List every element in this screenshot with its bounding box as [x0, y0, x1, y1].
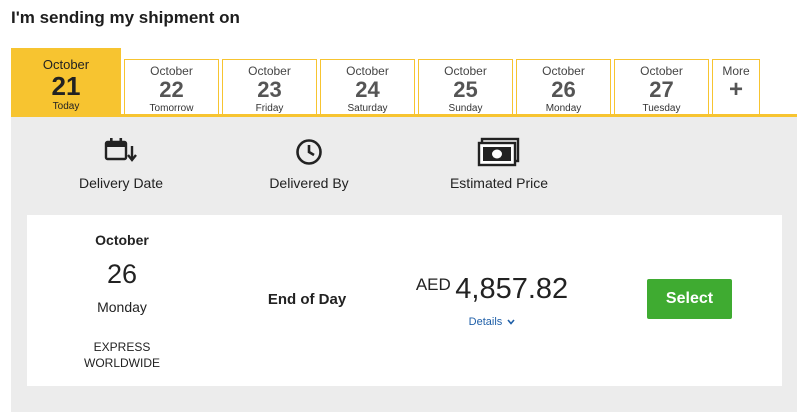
tab-weekday: Tomorrow	[149, 103, 194, 114]
date-tab-oct-22[interactable]: October 22 Tomorrow	[124, 59, 219, 116]
tab-day: 23	[257, 77, 282, 102]
clock-icon	[219, 137, 399, 167]
shipping-options-panel: Delivery Date Delivered By Estimated Pri…	[11, 117, 797, 412]
plus-icon: +	[728, 76, 743, 103]
tab-weekday: Today	[52, 101, 80, 112]
select-button[interactable]: Select	[647, 279, 732, 319]
shipping-option-card: October 26 Monday EXPRESS WORLDWIDE End …	[27, 215, 782, 386]
tab-month: October	[150, 64, 193, 78]
details-link[interactable]: Details	[397, 316, 587, 328]
price-currency: AED	[415, 275, 451, 294]
tab-month: October	[640, 64, 683, 78]
date-tabs: October 21 Today October 22 Tomorrow Oct…	[11, 48, 797, 116]
column-label: Delivered By	[269, 175, 349, 191]
tab-month: October	[42, 57, 90, 72]
column-delivery-date: Delivery Date	[31, 137, 211, 191]
service-line-2: WORLDWIDE	[84, 356, 160, 370]
column-label: Delivery Date	[78, 175, 164, 191]
details-label: Details	[468, 316, 503, 328]
tab-month: October	[248, 64, 291, 78]
chevron-down-icon	[507, 319, 515, 325]
date-tab-oct-21[interactable]: October 21 Today	[11, 48, 121, 116]
tab-weekday: Sunday	[448, 103, 483, 114]
banknote-icon	[409, 137, 589, 167]
delivery-day: 26	[106, 259, 138, 289]
tab-month: October	[542, 64, 585, 78]
date-tab-oct-26[interactable]: October 26 Monday	[516, 59, 611, 116]
estimated-price: AED 4,857.82	[397, 273, 587, 306]
tab-weekday: Friday	[255, 103, 284, 114]
column-estimated-price: Estimated Price	[409, 137, 589, 191]
delivered-by-value: End of Day	[267, 291, 347, 308]
delivery-month: October	[95, 232, 149, 248]
delivery-weekday: Monday	[97, 299, 147, 315]
tab-day: 26	[551, 77, 576, 102]
date-tab-oct-23[interactable]: October 23 Friday	[222, 59, 317, 116]
tab-day: 24	[355, 77, 380, 102]
column-label: Estimated Price	[449, 175, 549, 191]
tab-day: 22	[159, 77, 184, 102]
tab-day: 27	[649, 77, 674, 102]
date-tab-oct-27[interactable]: October 27 Tuesday	[614, 59, 709, 116]
tab-month: October	[346, 64, 389, 78]
more-dates-tab[interactable]: More +	[712, 59, 760, 116]
date-tab-oct-25[interactable]: October 25 Sunday	[418, 59, 513, 116]
tab-weekday: Monday	[545, 103, 582, 114]
date-tab-oct-24[interactable]: October 24 Saturday	[320, 59, 415, 116]
tab-weekday: Saturday	[347, 103, 388, 114]
tab-day: 21	[51, 71, 81, 101]
tab-weekday: Tuesday	[642, 103, 681, 114]
page-heading: I'm sending my shipment on	[11, 8, 240, 27]
price-amount: 4,857.82	[455, 273, 569, 305]
column-delivered-by: Delivered By	[219, 137, 399, 191]
tab-month: October	[444, 64, 487, 78]
service-line-1: EXPRESS	[93, 340, 151, 354]
tab-day: 25	[453, 77, 478, 102]
service-name: EXPRESS WORLDWIDE	[27, 339, 217, 371]
calendar-down-icon	[31, 137, 211, 167]
